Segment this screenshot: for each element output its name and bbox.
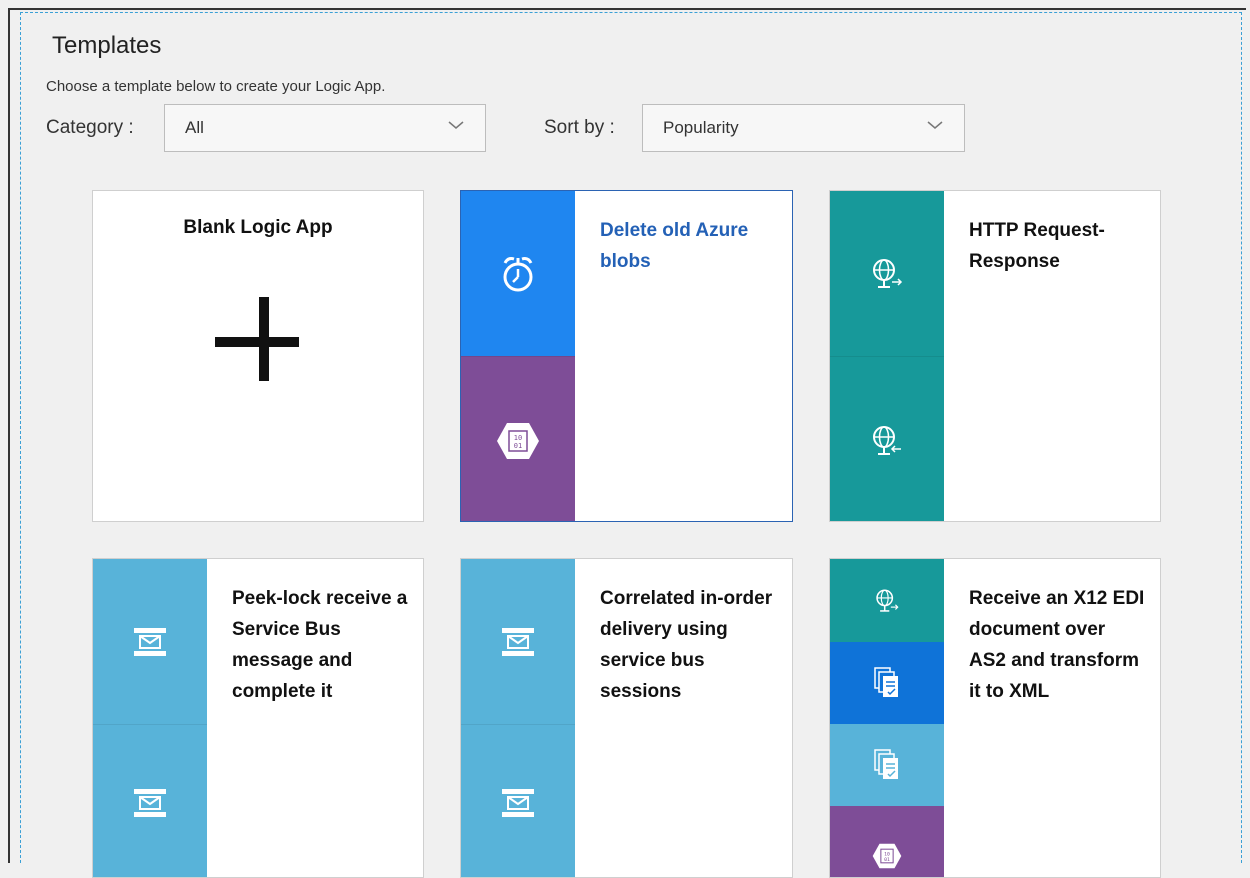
- category-label: Category :: [46, 117, 134, 138]
- svg-text:10: 10: [884, 851, 890, 857]
- globe-request-icon: [876, 589, 899, 612]
- page-subtitle: Choose a template below to create your L…: [46, 78, 386, 95]
- category-select-value: All: [185, 118, 204, 137]
- template-title: Delete old Azure blobs: [600, 220, 749, 272]
- globe-request-icon: [873, 258, 903, 288]
- alarm-clock-icon: [503, 256, 533, 291]
- trigger-strip: [461, 559, 575, 724]
- sort-select-value: Popularity: [663, 118, 739, 137]
- sort-select[interactable]: Popularity: [642, 104, 965, 152]
- template-title: Correlated in-order delivery using servi…: [600, 588, 773, 702]
- as2-document-icon: [874, 667, 898, 697]
- template-card-http-request-response[interactable]: HTTP Request-Response: [829, 190, 1161, 522]
- sort-label: Sort by :: [544, 117, 615, 138]
- svg-text:10: 10: [514, 434, 522, 442]
- service-bus-icon: [502, 627, 534, 656]
- trigger-strip: [461, 191, 575, 356]
- template-title: HTTP Request-Response: [969, 220, 1105, 272]
- globe-response-icon: [873, 425, 901, 455]
- template-card-peek-lock-service-bus[interactable]: Peek-lock receive a Service Bus message …: [92, 558, 424, 878]
- blob-storage-icon: 10 01: [872, 843, 902, 868]
- trigger-strip: [830, 191, 944, 356]
- template-title: Peek-lock receive a Service Bus message …: [232, 588, 408, 702]
- page-title: Templates: [52, 32, 162, 59]
- template-card-correlated-in-order-delivery[interactable]: Correlated in-order delivery using servi…: [460, 558, 793, 878]
- action-strip: [830, 642, 944, 724]
- chevron-down-icon: [927, 121, 943, 129]
- category-select[interactable]: All: [164, 104, 486, 152]
- service-bus-icon: [134, 788, 166, 817]
- action-strip: [830, 356, 944, 521]
- action-strip: 10 01: [461, 356, 575, 521]
- service-bus-icon: [502, 788, 534, 817]
- trigger-strip: [830, 559, 944, 642]
- svg-text:01: 01: [884, 856, 890, 862]
- template-title: Blank Logic App: [183, 217, 333, 238]
- service-bus-icon: [134, 627, 166, 656]
- blob-storage-icon: 10 01: [497, 422, 539, 459]
- action-strip: 10 01: [830, 806, 944, 877]
- chevron-down-icon: [448, 121, 464, 129]
- template-card-delete-old-azure-blobs[interactable]: 10 01 Delete old Azure blobs: [460, 190, 793, 522]
- x12-document-icon: [874, 749, 898, 779]
- action-strip: [830, 724, 944, 806]
- trigger-strip: [93, 559, 207, 724]
- svg-text:01: 01: [514, 442, 522, 450]
- action-strip: [461, 724, 575, 877]
- action-strip: [93, 724, 207, 877]
- template-title: Receive an X12 EDI document over AS2 and…: [969, 588, 1145, 702]
- template-card-blank-logic-app[interactable]: Blank Logic App: [92, 190, 424, 522]
- template-card-receive-x12-edi[interactable]: 10 01 Receive an X12 EDI document over A…: [829, 558, 1161, 878]
